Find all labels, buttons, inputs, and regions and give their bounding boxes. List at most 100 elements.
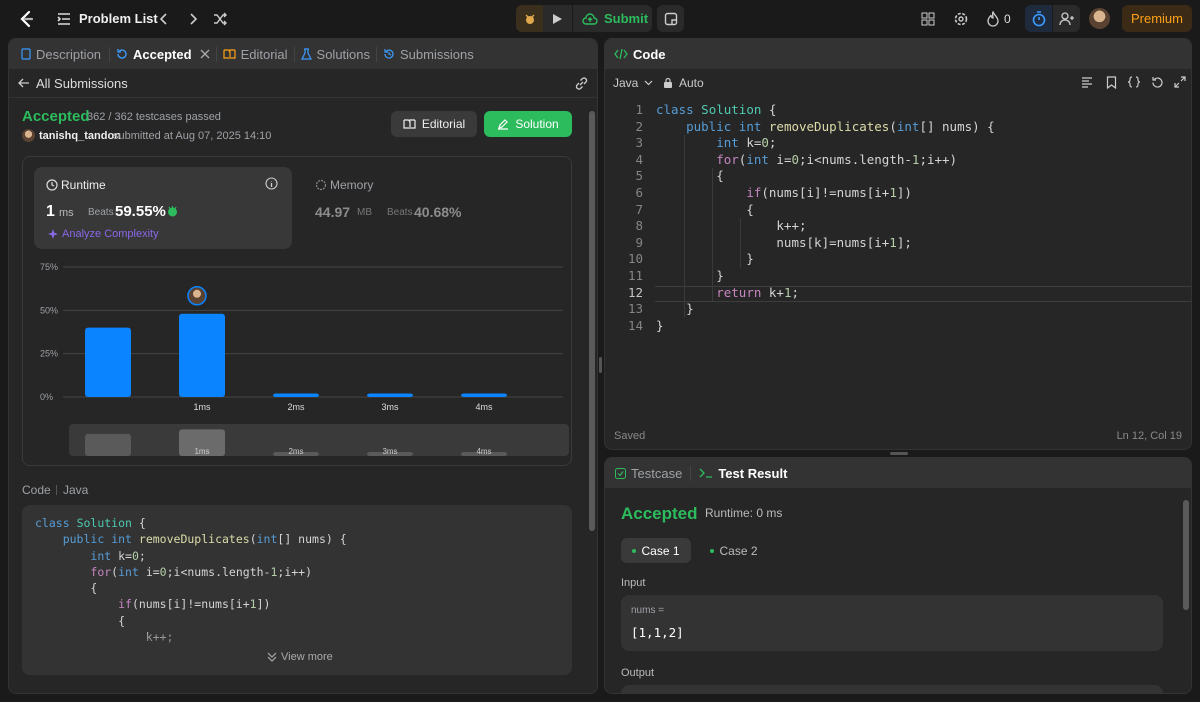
add-friend-icon[interactable]	[1053, 5, 1080, 32]
premium-button[interactable]: Premium	[1122, 5, 1192, 32]
line-number: 4	[635, 151, 643, 167]
streak-count: 0	[1004, 12, 1011, 26]
solution-button[interactable]: Solution	[484, 111, 572, 137]
problem-list-link[interactable]: Problem List	[79, 11, 158, 26]
shuffle-icon[interactable]	[211, 10, 229, 28]
leetcode-logo[interactable]	[16, 9, 36, 29]
saved-status: Saved	[614, 430, 646, 442]
submitter-avatar[interactable]	[22, 129, 35, 142]
code-line: if(nums[i]!=nums[i+1])	[118, 597, 271, 612]
timer-icon[interactable]	[1025, 5, 1052, 32]
line-number: 12	[627, 284, 643, 300]
reset-icon[interactable]	[1150, 75, 1164, 89]
line-number: 6	[635, 184, 643, 200]
left-scrollbar-thumb[interactable]	[589, 111, 595, 531]
code-line: public int removeDuplicates(int[] nums) …	[62, 532, 347, 547]
settings-gear-icon[interactable]	[952, 10, 970, 28]
result-scrollbar-thumb[interactable]	[1183, 500, 1189, 610]
back-arrow-icon[interactable]	[17, 76, 31, 90]
horizontal-resize-handle[interactable]	[890, 452, 908, 455]
stats-card: Runtime 1 ms Beats 59.55% Analyze Comple…	[22, 156, 572, 466]
line-number: 14	[627, 317, 643, 333]
description-icon	[21, 48, 31, 60]
runtime-distribution-chart[interactable]: 75% 50% 25% 0% 1ms 2ms 3ms 4ms 1ms 2ms 3ms 4ms	[23, 252, 573, 462]
run-icon[interactable]	[545, 5, 569, 32]
distribution-bar	[273, 393, 319, 397]
history-icon	[116, 48, 128, 60]
tab-testcase[interactable]: Testcase	[605, 466, 690, 481]
tab-submissions-label: Submissions	[400, 46, 474, 62]
memory-chip-icon	[315, 179, 327, 191]
memory-unit: MB	[357, 207, 372, 218]
submissions-history-icon	[383, 48, 395, 60]
cursor-position: Ln 12, Col 19	[1116, 430, 1182, 442]
runtime-beats-value: 59.55%	[115, 203, 166, 220]
language-select-label: Java	[613, 76, 639, 90]
input-box: nums = [1,1,2]	[621, 595, 1163, 651]
editor-line: class Solution {	[656, 102, 777, 117]
next-problem-icon[interactable]	[185, 10, 201, 28]
layout-icon[interactable]	[919, 10, 937, 28]
tab-solutions[interactable]: Solutions	[293, 46, 376, 62]
submitter-name[interactable]: tanishq_tandon	[39, 130, 121, 142]
language-select[interactable]: Java	[613, 76, 653, 90]
header-divider	[9, 97, 597, 98]
editor-line: public int removeDuplicates(int[] nums) …	[686, 118, 995, 134]
auto-mode-label: Auto	[679, 76, 704, 90]
code-editor-text[interactable]: class Solution { public int removeDuplic…	[656, 102, 995, 334]
tab-code[interactable]: Code	[605, 47, 666, 62]
auto-mode[interactable]: Auto	[663, 76, 704, 90]
expand-icon[interactable]	[1173, 75, 1187, 89]
tab-editorial[interactable]: Editorial	[215, 46, 294, 62]
analyze-complexity-link[interactable]: Analyze Complexity	[62, 228, 159, 240]
line-number: 3	[635, 135, 643, 151]
curly-braces-icon[interactable]	[1126, 75, 1142, 89]
editorial-button[interactable]: Editorial	[391, 111, 477, 137]
notes-icon[interactable]	[657, 5, 684, 32]
editor-line: nums[k]=nums[i+1];	[656, 234, 912, 250]
tab-description[interactable]: Description	[9, 47, 109, 62]
editor-line: if(nums[i]!=nums[i+1])	[746, 184, 912, 200]
prev-problem-icon[interactable]	[156, 10, 172, 28]
case-2-tab[interactable]: Case 2	[701, 538, 767, 563]
editor-line: for(int i=0;i<nums.length-1;i++)	[716, 151, 958, 167]
submission-status: Accepted	[22, 108, 90, 125]
line-number-gutter: 1 2 3 4 5 6 7 8 9 10 11 12 13 14	[605, 102, 643, 334]
case-pass-dot	[632, 548, 637, 553]
editor-line: k++;	[656, 218, 807, 234]
lock-icon	[663, 77, 673, 89]
tab-accepted[interactable]: Accepted	[109, 46, 216, 62]
cloud-upload-icon	[582, 12, 598, 26]
runtime-card[interactable]: Runtime 1 ms Beats 59.55% Analyze Comple…	[34, 167, 292, 249]
distribution-bar	[85, 327, 131, 397]
all-submissions-link[interactable]: All Submissions	[36, 76, 128, 91]
x-tick-label: 2ms	[287, 402, 305, 412]
close-tab-icon[interactable]	[200, 49, 210, 59]
memory-card[interactable]: Memory 44.97 MB Beats 40.68%	[303, 167, 561, 249]
case-1-tab[interactable]: Case 1	[621, 538, 691, 563]
tab-submissions[interactable]: Submissions	[376, 46, 480, 62]
problem-list-icon[interactable]	[56, 11, 72, 27]
runtime-title: Runtime	[61, 178, 106, 192]
view-more-button[interactable]: View more	[267, 651, 333, 663]
left-panel: Description Accepted Editorial Solutions…	[8, 38, 598, 694]
user-avatar[interactable]	[1089, 8, 1110, 29]
code-tab-bar: Code	[605, 39, 1191, 69]
tab-test-result-label: Test Result	[718, 465, 788, 481]
format-icon[interactable]	[1080, 75, 1094, 89]
share-link-icon[interactable]	[573, 75, 589, 91]
debug-icon[interactable]	[516, 5, 543, 32]
code-section-label: Code	[22, 483, 51, 497]
vertical-resize-handle[interactable]	[599, 357, 602, 373]
chart-minimap	[69, 424, 569, 456]
streak-fire-icon[interactable]	[985, 10, 1001, 28]
tab-test-result[interactable]: Test Result	[690, 465, 795, 481]
editor-line: return k+1;	[716, 284, 800, 300]
memory-beats-value: 40.68%	[414, 204, 462, 220]
tab-solutions-label: Solutions	[316, 46, 371, 62]
bookmark-icon[interactable]	[1104, 75, 1118, 89]
submit-button[interactable]: Submit	[572, 5, 652, 32]
runtime-value: 1	[46, 203, 55, 220]
info-icon[interactable]	[265, 177, 278, 190]
edit-icon	[497, 118, 509, 130]
